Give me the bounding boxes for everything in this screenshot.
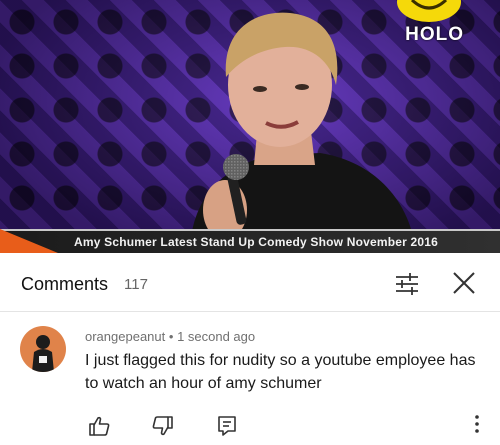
- thumbs-down-icon[interactable]: [152, 415, 174, 437]
- thumbs-up-icon[interactable]: [88, 415, 110, 437]
- comment-meta: orangepeanut • 1 second ago: [85, 329, 255, 344]
- video-player[interactable]: HOLO Amy Schumer Latest Stand Up Comedy …: [0, 0, 500, 253]
- avatar-person-icon: [32, 335, 54, 372]
- more-vertical-icon[interactable]: [470, 413, 484, 435]
- video-title: Amy Schumer Latest Stand Up Comedy Show …: [74, 235, 439, 249]
- close-icon[interactable]: [451, 270, 477, 296]
- sort-filter-icon[interactable]: [394, 272, 420, 296]
- channel-logo-text: HOLO: [405, 24, 464, 45]
- channel-logo-icon: [397, 0, 461, 22]
- comments-header: Comments 117: [0, 253, 500, 312]
- comments-title: Comments: [21, 274, 109, 294]
- meta-separator: •: [168, 329, 174, 344]
- comment-author[interactable]: orangepeanut: [85, 329, 165, 344]
- banner-accent: [0, 229, 58, 253]
- avatar[interactable]: [20, 326, 66, 372]
- comment-text: I just flagged this for nudity so a yout…: [85, 352, 476, 392]
- reply-icon[interactable]: [216, 415, 238, 437]
- comments-count: 117: [124, 276, 148, 293]
- comment-time: 1 second ago: [177, 329, 256, 344]
- video-title-banner: Amy Schumer Latest Stand Up Comedy Show …: [0, 229, 500, 253]
